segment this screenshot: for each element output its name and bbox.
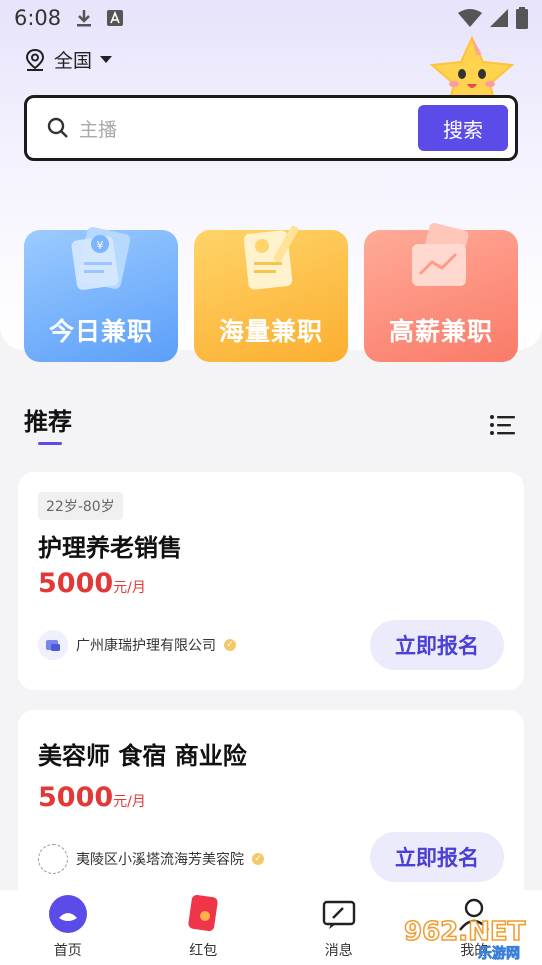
company-name: 广州康瑞护理有限公司	[76, 638, 216, 654]
download-icon	[77, 10, 92, 27]
apply-button[interactable]: 立即报名	[370, 832, 504, 882]
salary-amount: 5000	[38, 782, 114, 813]
tab-red-packet[interactable]: 红包	[136, 890, 272, 965]
job-card[interactable]: 22岁-80岁 护理养老销售 5000元/月 广州康瑞护理有限公司 ✓ 立即报名	[18, 472, 524, 690]
money-receipt-icon: ¥	[71, 227, 131, 290]
search-bar[interactable]: 主播 搜索	[24, 95, 518, 161]
status-bar: 6:08	[0, 0, 542, 36]
company-logo-icon	[38, 630, 68, 660]
search-icon	[47, 117, 68, 138]
company-name: 夷陵区小溪塔流海芳美容院	[76, 852, 244, 868]
font-icon	[107, 10, 124, 26]
svg-text:乐游网: 乐游网	[478, 945, 520, 962]
tab-label: 消息	[324, 943, 353, 959]
svg-text:962.NET: 962.NET	[404, 917, 526, 947]
section-underline	[38, 442, 62, 445]
company-logo-icon	[38, 844, 68, 874]
job-title: 美容师 食宿 商业险	[38, 742, 247, 770]
svg-text:¥: ¥	[97, 239, 104, 252]
salary-amount: 5000	[38, 568, 114, 599]
salary-unit: 元/月	[113, 580, 146, 596]
tab-label: 首页	[53, 943, 82, 959]
tab-label: 红包	[189, 943, 218, 959]
age-range-tag: 22岁-80岁	[38, 492, 123, 520]
company-info: 广州康瑞护理有限公司 ✓	[38, 630, 236, 660]
company-info: 夷陵区小溪塔流海芳美容院 ✓	[38, 844, 264, 874]
location-pin-icon	[25, 48, 45, 71]
verified-badge-icon: ✓	[224, 639, 236, 651]
section-title[interactable]: 推荐	[24, 402, 72, 437]
category-label: 今日兼职	[48, 317, 153, 346]
battery-icon	[516, 7, 528, 29]
message-icon	[322, 900, 355, 929]
category-mass-parttime[interactable]: 海量兼职	[194, 222, 348, 362]
tab-messages[interactable]: 消息	[271, 890, 407, 965]
signal-icon	[490, 9, 508, 27]
category-today-parttime[interactable]: ¥ 今日兼职	[24, 222, 178, 362]
status-time: 6:08	[14, 6, 62, 30]
wallet-chart-icon	[412, 222, 469, 286]
list-icon[interactable]	[490, 414, 516, 436]
home-icon	[48, 895, 87, 933]
category-high-salary[interactable]: 高薪兼职	[364, 222, 518, 362]
salary-unit: 元/月	[113, 794, 146, 810]
document-pencil-icon	[243, 225, 299, 290]
job-salary: 5000元/月	[38, 568, 146, 599]
red-packet-icon	[188, 895, 218, 931]
category-label: 高薪兼职	[388, 317, 493, 346]
tab-home[interactable]: 首页	[0, 890, 136, 965]
location-selector[interactable]: 全国	[24, 46, 113, 73]
job-salary: 5000元/月	[38, 782, 146, 813]
job-title: 护理养老销售	[38, 534, 182, 562]
watermark-logo: 962.NET 乐游网	[403, 916, 526, 962]
caret-down-icon	[100, 55, 113, 63]
search-button[interactable]: 搜索	[418, 105, 508, 151]
job-card[interactable]: 美容师 食宿 商业险 5000元/月 夷陵区小溪塔流海芳美容院 ✓ 立即报名	[18, 710, 524, 910]
verified-badge-icon: ✓	[252, 853, 264, 865]
category-label: 海量兼职	[218, 317, 323, 346]
wifi-icon	[458, 9, 482, 27]
search-input[interactable]: 主播	[79, 115, 117, 142]
location-label: 全国	[54, 50, 93, 72]
apply-button[interactable]: 立即报名	[370, 620, 504, 670]
